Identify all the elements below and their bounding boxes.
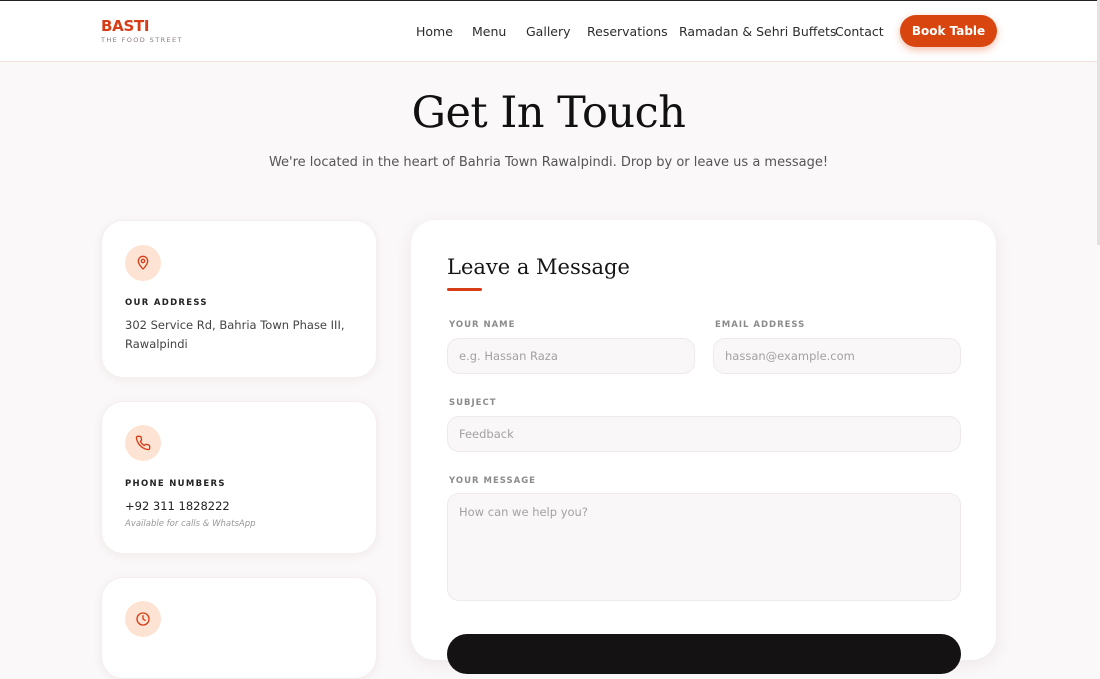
nav-item-gallery[interactable]: Gallery <box>526 24 571 39</box>
address-label: OUR ADDRESS <box>125 298 208 308</box>
address-card: OUR ADDRESS 302 Service Rd, Bahria Town … <box>101 220 377 378</box>
subject-input[interactable] <box>447 416 961 452</box>
form-title: Leave a Message <box>447 255 630 279</box>
title-underline <box>447 288 482 291</box>
nav-item-contact[interactable]: Contact <box>835 24 884 39</box>
book-table-button[interactable]: Book Table <box>900 15 997 47</box>
email-input[interactable] <box>713 338 961 374</box>
phone-number[interactable]: +92 311 1828222 <box>125 497 345 516</box>
clock-icon <box>125 601 161 637</box>
site-header: BASTI THE FOOD STREET Home Menu Gallery … <box>0 1 1097 62</box>
hours-card <box>101 577 377 679</box>
subject-label: SUBJECT <box>449 398 497 408</box>
message-label: YOUR MESSAGE <box>449 476 536 486</box>
phone-label: PHONE NUMBERS <box>125 479 226 489</box>
name-input[interactable] <box>447 338 695 374</box>
message-textarea[interactable] <box>447 493 961 601</box>
page-title: Get In Touch <box>411 88 686 138</box>
send-message-button[interactable] <box>447 634 961 674</box>
nav-item-menu[interactable]: Menu <box>472 24 506 39</box>
address-line-1: 302 Service Rd, Bahria Town Phase III, <box>125 318 345 332</box>
nav-item-home[interactable]: Home <box>416 24 453 39</box>
phone-icon <box>125 425 161 461</box>
contact-form: Leave a Message YOUR NAME EMAIL ADDRESS … <box>411 220 996 674</box>
nav-item-ramadan-buffets[interactable]: Ramadan & Sehri Buffets <box>679 24 836 39</box>
email-label: EMAIL ADDRESS <box>715 320 806 330</box>
phone-card: PHONE NUMBERS +92 311 1828222 Available … <box>101 401 377 554</box>
map-pin-icon <box>125 245 161 281</box>
name-label: YOUR NAME <box>449 320 516 330</box>
page-subtitle: We're located in the heart of Bahria Tow… <box>268 155 829 170</box>
address-line-2: Rawalpindi <box>125 337 188 351</box>
phone-note: Available for calls & WhatsApp <box>125 519 256 529</box>
nav-item-reservations[interactable]: Reservations <box>587 24 668 39</box>
